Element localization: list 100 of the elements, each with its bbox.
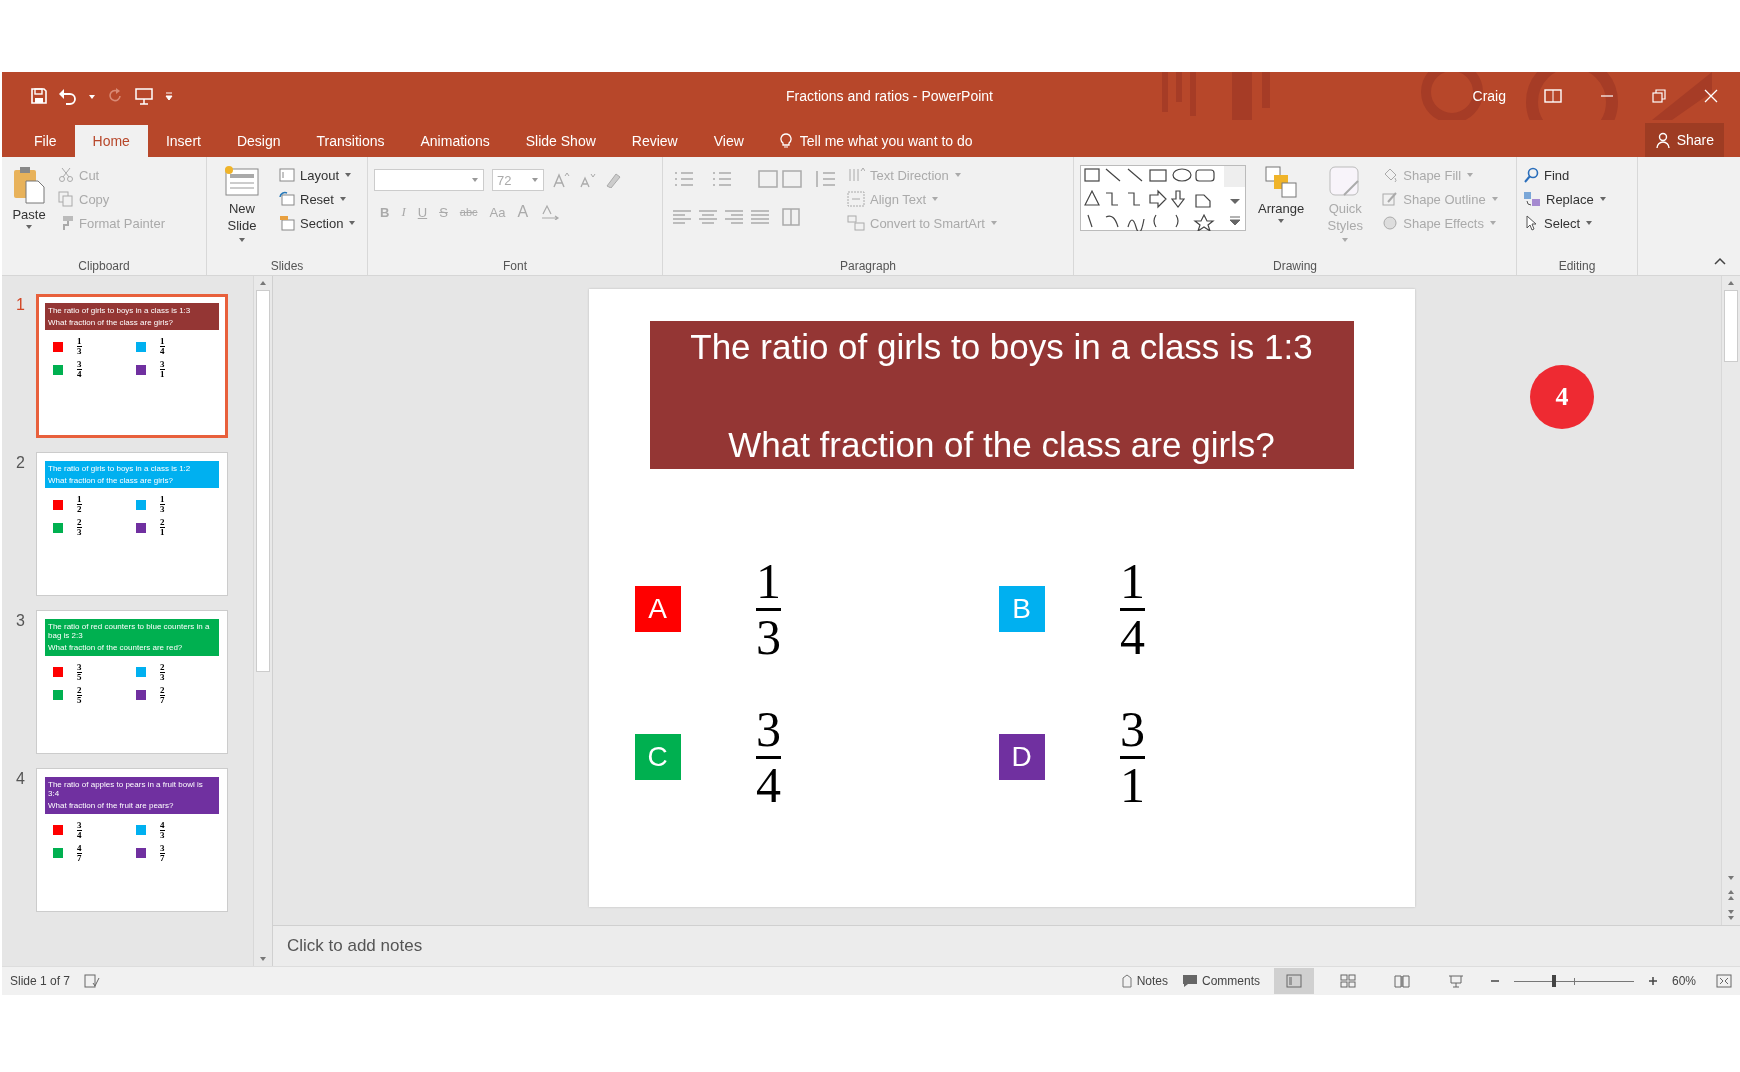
ribbon-command[interactable]: Replace: [1523, 191, 1607, 207]
scroll-up-icon[interactable]: [1727, 280, 1735, 286]
ribbon-tab[interactable]: View: [695, 125, 762, 157]
slide-icon: [224, 165, 260, 199]
option-label: B: [998, 586, 1045, 632]
slide-title-text: What fraction of the fruit are pears?: [48, 801, 175, 811]
slide-title-text: The ratio of red counters to blue counters in a bag is 2:3: [48, 622, 211, 641]
projector-icon: [1448, 974, 1464, 988]
group-label: Slides: [269, 259, 305, 273]
scrollbar[interactable]: [1721, 276, 1740, 925]
align-text-icon: [847, 191, 865, 207]
ribbon-tab[interactable]: File: [16, 125, 75, 157]
slide-title-text: What fraction of the class are girls?: [48, 476, 174, 486]
lightbulb-icon: [779, 133, 792, 149]
cursor-icon: [1523, 215, 1539, 231]
slide-title-text: The ratio of apples to pears in a fruit bowl is 3:4: [48, 780, 204, 799]
scissors-icon: [58, 167, 74, 183]
close-icon[interactable]: [1704, 89, 1718, 103]
ribbon-display-icon[interactable]: [1544, 89, 1562, 103]
clipboard-icon: [12, 165, 46, 205]
copy-icon: [58, 191, 74, 207]
notes-field[interactable]: Click to add notes: [273, 925, 1740, 966]
caret-icon: [1341, 236, 1350, 243]
fraction: 2 1: [160, 518, 165, 538]
scroll-thumb[interactable]: [256, 290, 270, 672]
fraction: 2 5: [77, 685, 82, 705]
fraction: 3 4: [77, 360, 82, 380]
ribbon-tab[interactable]: Transitions: [298, 125, 403, 157]
scrollbar[interactable]: [253, 276, 272, 966]
restore-icon[interactable]: [1652, 89, 1666, 103]
character-spacing-icon[interactable]: [540, 204, 561, 220]
caret-icon: [531, 177, 539, 183]
scroll-up-icon[interactable]: [259, 280, 267, 286]
ribbon-command[interactable]: Select: [1523, 215, 1607, 231]
slide-counter: Slide 1 of 7: [10, 974, 71, 988]
scroll-down-icon[interactable]: [259, 956, 267, 962]
ribbon-tab[interactable]: Slide Show: [507, 125, 614, 157]
zoom-slider[interactable]: [1514, 974, 1634, 988]
plus-icon[interactable]: [1648, 974, 1658, 988]
view-button[interactable]: [1274, 968, 1314, 994]
collapse-ribbon-icon[interactable]: [1714, 257, 1726, 265]
slide-thumbnail[interactable]: The ratio of girls to boys in a class is 1:3 What fraction of the class are girls? 1 3 1 4 3 4 3 1: [36, 294, 228, 438]
ribbon-tab[interactable]: Review: [613, 125, 696, 157]
grow-font-icon[interactable]: [552, 172, 570, 188]
group-label: Font: [502, 259, 528, 273]
ribbon-command[interactable]: Layout: [279, 167, 357, 183]
fraction: 3 4: [77, 820, 82, 840]
fraction: 2 7: [160, 685, 165, 705]
fraction: 2 3: [77, 518, 82, 538]
ribbon-tab[interactable]: Insert: [147, 125, 219, 157]
option-label: D: [998, 734, 1045, 780]
caret-icon: [344, 172, 353, 178]
ribbon-command[interactable]: Find: [1523, 167, 1607, 183]
ribbon-tab[interactable]: Design: [218, 125, 299, 157]
undo-icon[interactable]: [58, 87, 78, 105]
arrange-icon: [1264, 165, 1299, 199]
reset-icon: [279, 191, 295, 207]
normal-view-icon: [1286, 974, 1302, 988]
caret-icon: [1585, 220, 1594, 226]
fraction: 3 4: [755, 703, 782, 811]
user-name[interactable]: Craig: [1472, 88, 1506, 104]
paste-button[interactable]: Paste: [8, 163, 50, 259]
next-slide-icon[interactable]: [1727, 909, 1735, 921]
window-title: Fractions and ratios - PowerPoint: [785, 88, 994, 104]
scroll-thumb[interactable]: [1724, 290, 1738, 362]
fraction: 2 3: [160, 662, 165, 682]
replace-icon: [1523, 191, 1541, 207]
tell-me-search[interactable]: Tell me what you want to do: [761, 125, 973, 157]
spell-check-icon[interactable]: [84, 974, 101, 988]
slide-number: 3: [16, 611, 26, 631]
share-button[interactable]: Share: [1644, 123, 1724, 157]
fit-slide-icon[interactable]: [1716, 974, 1732, 988]
fraction: 3 1: [160, 360, 165, 380]
slide-thumbnail[interactable]: The ratio of apples to pears in a fruit bowl is 3:4 What fraction of the fruit are pears? 3 4 4 3 4 7 3 7: [36, 768, 228, 912]
caret-icon: [1466, 172, 1475, 178]
fraction: 3 5: [77, 662, 82, 682]
comments-button[interactable]: Comments: [1182, 974, 1260, 988]
caret-icon: [1488, 220, 1497, 226]
fraction: 3 1: [1119, 703, 1146, 811]
shrink-font-icon[interactable]: [578, 172, 596, 188]
ribbon-command[interactable]: Reset: [279, 191, 357, 207]
eraser-icon[interactable]: [604, 172, 622, 188]
slide-thumbnail[interactable]: The ratio of red counters to blue counters in a bag is 2:3 What fraction of the counters are red? 3 5 2 3 2 5 2 7: [36, 610, 228, 754]
scroll-down-icon[interactable]: [1727, 875, 1735, 881]
ribbon-tab[interactable]: Animations: [402, 125, 508, 157]
notes-icon: [1120, 974, 1133, 988]
notes-button[interactable]: Notes: [1120, 974, 1168, 988]
fraction: 1 3: [160, 495, 165, 515]
slide-number: 4: [16, 769, 26, 789]
font-name-field[interactable]: [374, 169, 484, 191]
zoom-level[interactable]: 60%: [1672, 974, 1702, 988]
previous-slide-icon[interactable]: [1727, 889, 1735, 901]
save-icon[interactable]: [30, 87, 48, 105]
new-slide-button[interactable]: New Slide: [213, 163, 271, 259]
ribbon-tab[interactable]: Home: [74, 125, 148, 157]
arrange-button[interactable]: Arrange: [1254, 163, 1309, 259]
shapes-gallery[interactable]: [1080, 165, 1246, 231]
slide-thumbnail[interactable]: The ratio of girls to boys in a class is 1:2 What fraction of the class are girls? 1 2 1 3 2 3 2 1: [36, 452, 228, 596]
ribbon-command[interactable]: Section: [279, 215, 357, 231]
presentation-icon[interactable]: [134, 87, 154, 105]
